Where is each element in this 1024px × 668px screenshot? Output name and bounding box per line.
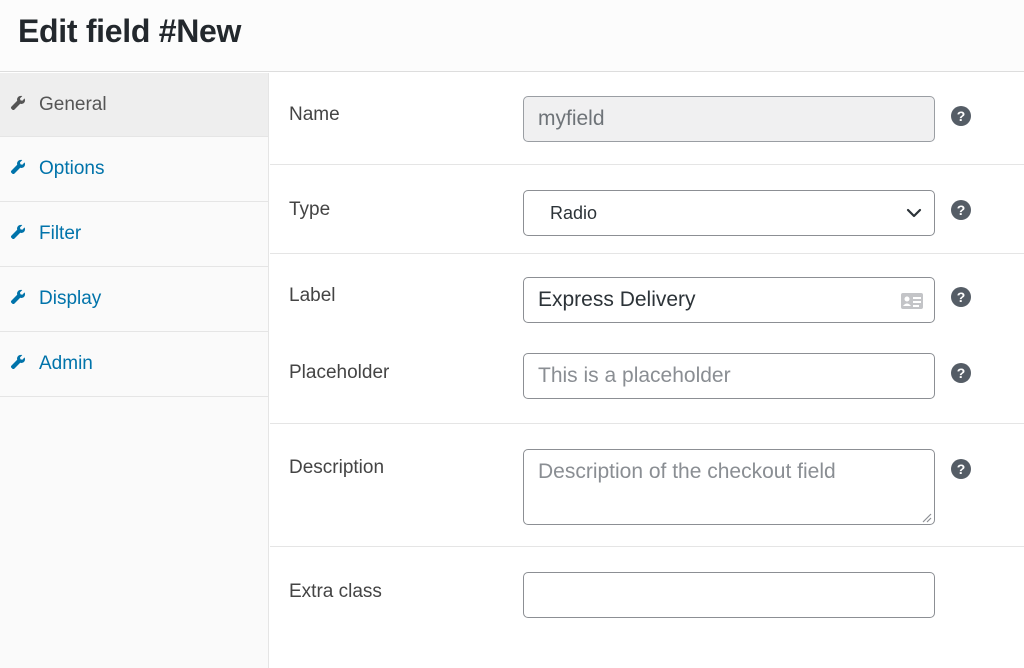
tab-filter[interactable]: Filter [0, 202, 268, 267]
wrench-icon [10, 159, 26, 175]
tab-label: Filter [39, 223, 82, 244]
placeholder-text: This is a placeholder [538, 364, 731, 387]
tab-options[interactable]: Options [0, 137, 268, 202]
type-select[interactable]: Radio [523, 190, 935, 236]
help-icon[interactable]: ? [951, 106, 971, 126]
help-icon[interactable]: ? [951, 459, 971, 479]
type-selected-value: Radio [550, 203, 598, 223]
extra-class-input[interactable] [523, 572, 935, 618]
name-input: myfield [523, 96, 935, 142]
divider [270, 423, 1024, 424]
tab-general[interactable]: General [0, 73, 268, 137]
description-textarea[interactable]: Description of the checkout field [523, 449, 935, 525]
header: Edit field #New [0, 0, 1024, 72]
name-value: myfield [538, 107, 605, 130]
divider [270, 546, 1024, 547]
contact-card-icon[interactable] [900, 291, 924, 311]
wrench-icon [10, 95, 26, 111]
sidebar: General Options Filter Display Admin [0, 73, 269, 668]
label-value: Express Delivery [538, 288, 696, 311]
resize-handle-icon[interactable] [920, 510, 932, 523]
tab-label: General [39, 94, 107, 115]
help-icon[interactable]: ? [951, 363, 971, 383]
chevron-down-icon [906, 206, 922, 218]
description-placeholder: Description of the checkout field [538, 460, 836, 483]
field-settings-panel: Name myfield ? Type Radio ? Label Expres… [270, 73, 1024, 668]
wrench-icon [10, 289, 26, 305]
tab-display[interactable]: Display [0, 267, 268, 332]
tab-label: Admin [39, 353, 93, 374]
label-input[interactable]: Express Delivery [523, 277, 935, 323]
type-label: Type [289, 199, 331, 220]
placeholder-input[interactable]: This is a placeholder [523, 353, 935, 399]
help-icon[interactable]: ? [951, 287, 971, 307]
divider [270, 164, 1024, 165]
divider [270, 253, 1024, 254]
tab-admin[interactable]: Admin [0, 332, 268, 397]
page-title: Edit field #New [18, 13, 242, 49]
label-label: Label [289, 285, 336, 306]
placeholder-label: Placeholder [289, 362, 390, 383]
extra-class-label: Extra class [289, 581, 382, 602]
name-label: Name [289, 104, 340, 125]
wrench-icon [10, 354, 26, 370]
description-label: Description [289, 457, 385, 478]
help-icon[interactable]: ? [951, 200, 971, 220]
tab-label: Options [39, 158, 105, 179]
wrench-icon [10, 224, 26, 240]
tab-label: Display [39, 288, 102, 309]
